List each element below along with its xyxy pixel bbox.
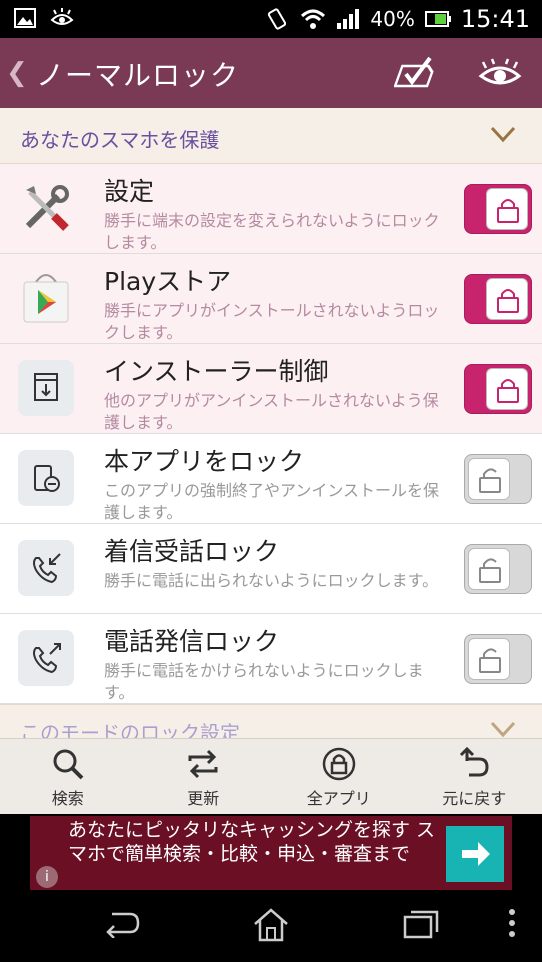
signal-icon [337,9,360,29]
item-name: 電話発信ロック [104,627,280,656]
lock-open-icon [479,468,501,493]
list-item[interactable]: 着信受話ロック 勝手に電話に出られないようにロックします。 [0,524,542,614]
section-mode-settings-header[interactable]: このモードのロック設定 [0,704,542,738]
item-name: 設定 [104,177,155,206]
play-store-icon [23,274,69,323]
bottom-toolbar: 検索 更新 全アプリ 元に戻す [0,738,542,814]
item-name: Playストア [104,267,232,296]
search-icon [53,749,84,780]
search-button[interactable]: 検索 [0,739,136,814]
system-nav-bar [0,890,542,962]
lock-toggle[interactable] [464,184,532,234]
item-desc: 勝手に電話に出られないようにロックします。 [104,571,439,590]
refresh-icon [188,749,218,779]
vibrate-icon [268,8,287,30]
status-bar: 40% 15:41 [0,0,542,38]
lock-toggle[interactable] [464,274,532,324]
arrow-right-icon [462,842,490,866]
refresh-button[interactable]: 更新 [136,739,272,814]
item-desc: 他のアプリがアンインストールされないよう保護します。 [104,391,439,432]
item-name: 着信受話ロック [104,537,280,566]
eye-notification-icon [50,8,74,25]
section-protect-label: あなたのスマホを保護 [20,128,220,152]
list-item[interactable]: Playストア 勝手にアプリがインストールされないようロックします。 [0,254,542,344]
lock-open-icon [479,648,501,673]
back-nav-icon[interactable] [102,908,142,938]
list-item[interactable]: 設定 勝手に端末の設定を変えられないようにロックします。 [0,164,542,254]
lock-toggle[interactable] [464,454,532,504]
item-desc: このアプリの強制終了やアンインストールを保護します。 [104,481,440,522]
page-title: ノーマルロック [36,59,240,92]
ad-go-button[interactable] [446,826,504,882]
item-desc: 勝手に電話をかけられないようにロックします。 [104,661,424,702]
item-name: インストーラー制御 [104,357,329,386]
clock: 15:41 [460,5,530,33]
lock-closed-icon [497,289,519,313]
lock-closed-icon [497,379,519,403]
lock-list: あなたのスマホを保護 設定 勝手に端末の設定を変えられないようにロックします。 … [0,108,542,738]
item-desc: 勝手に端末の設定を変えられないようにロックします。 [104,211,440,252]
back-chevron-icon[interactable]: ❮ [6,58,28,88]
installer-box-icon [18,360,74,416]
section-protect-header[interactable]: あなたのスマホを保護 [0,108,542,164]
edit-check-icon[interactable] [394,56,434,92]
ad-info-icon[interactable]: i [36,866,58,888]
lock-open-icon [479,558,501,583]
chevron-down-icon [490,126,516,143]
app-lock-icon [18,450,74,506]
ad-text: あなたにピッタリなキャッシングを探す スマホで簡単検索・比較・申込・審査まで [68,819,436,865]
list-item[interactable]: インストーラー制御 他のアプリがアンインストールされないよう保護します。 [0,344,542,434]
undo-icon [460,747,489,777]
search-label: 検索 [51,789,84,808]
lock-toggle[interactable] [464,544,532,594]
tools-settings-icon [25,185,69,231]
recent-apps-icon[interactable] [402,908,440,940]
lock-toggle[interactable] [464,364,532,414]
eye-icon[interactable] [478,58,522,90]
lock-closed-icon [497,199,519,223]
item-desc: 勝手にアプリがインストールされないようロックします。 [104,301,440,342]
incoming-call-icon [18,540,74,596]
ad-area: あなたにピッタリなキャッシングを探す スマホで簡単検索・比較・申込・審査まで i [0,814,542,890]
list-item[interactable]: 電話発信ロック 勝手に電話をかけられないようにロックします。 [0,614,542,704]
lock-circle-icon [322,747,355,781]
ad-banner[interactable]: あなたにピッタリなキャッシングを探す スマホで簡単検索・比較・申込・審査まで i [30,816,512,890]
outgoing-call-icon [18,630,74,686]
lock-toggle[interactable] [464,634,532,684]
undo-button[interactable]: 元に戻す [407,739,542,814]
all-apps-button[interactable]: 全アプリ [271,739,407,814]
chevron-down-icon [490,721,516,738]
overflow-menu-icon[interactable] [508,908,516,938]
section-mode-settings-label: このモードのロック設定 [20,721,240,738]
home-nav-icon[interactable] [252,908,290,942]
battery-icon [424,11,451,27]
refresh-label: 更新 [187,789,220,808]
image-notification-icon [14,8,36,28]
all-apps-label: 全アプリ [306,789,371,808]
list-item[interactable]: 本アプリをロック このアプリの強制終了やアンインストールを保護します。 [0,434,542,524]
undo-label: 元に戻す [442,789,507,808]
app-header: ❮ ノーマルロック [0,38,542,108]
wifi-icon [301,9,326,29]
battery-percent: 40% [370,7,415,31]
item-name: 本アプリをロック [104,447,305,476]
